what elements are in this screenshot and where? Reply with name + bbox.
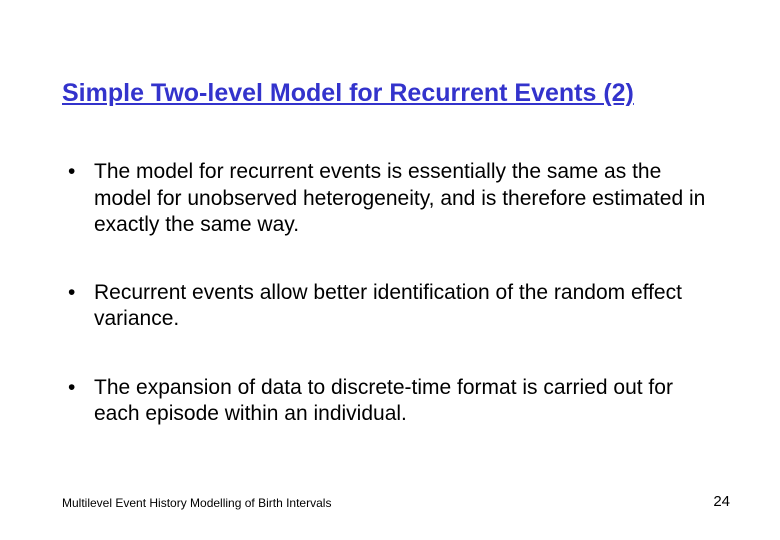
slide: Simple Two-level Model for Recurrent Eve… [0,0,780,540]
list-item: Recurrent events allow better identifica… [62,280,718,333]
list-item: The model for recurrent events is essent… [62,159,718,238]
bullet-list: The model for recurrent events is essent… [62,159,718,427]
page-number: 24 [713,493,730,510]
slide-title: Simple Two-level Model for Recurrent Eve… [62,78,718,109]
footer-text: Multilevel Event History Modelling of Bi… [62,496,331,510]
list-item: The expansion of data to discrete-time f… [62,375,718,428]
